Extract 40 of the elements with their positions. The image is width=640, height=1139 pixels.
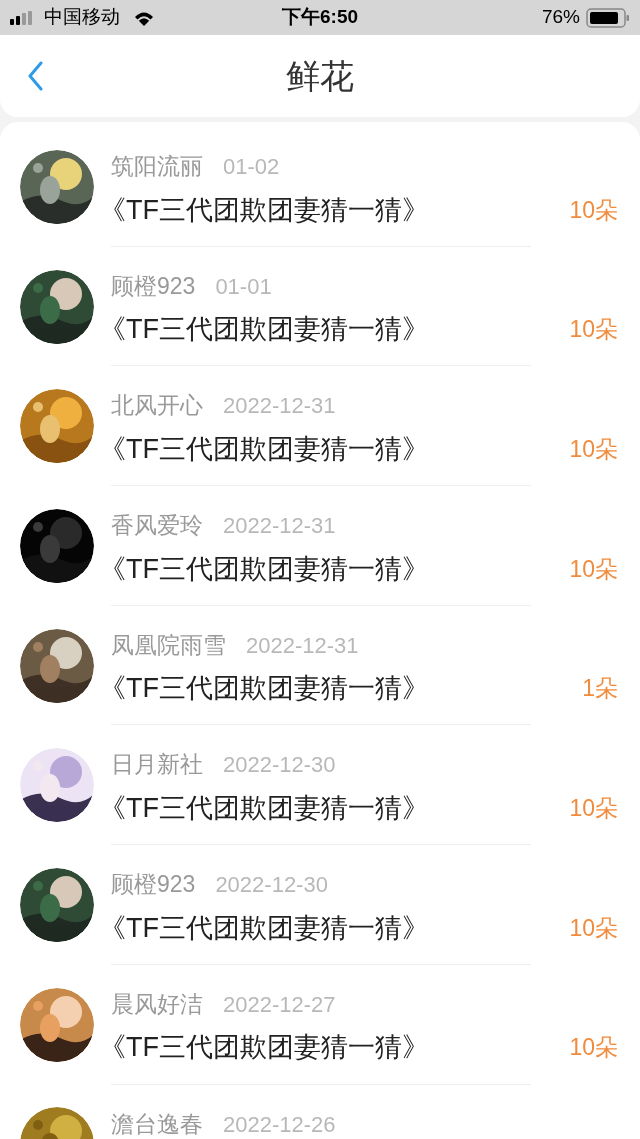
user-name: 顾橙923 (111, 870, 196, 900)
date: 2022-12-30 (223, 751, 336, 780)
user-name: 顾橙923 (111, 271, 196, 301)
article-title: 《TF三代团欺团妻猜一猜》 (99, 432, 429, 466)
article-title: 《TF三代团欺团妻猜一猜》 (99, 672, 429, 706)
user-name: 凤凰院雨雪 (111, 630, 226, 660)
user-name: 晨风好洁 (111, 989, 203, 1019)
flower-count: 10朵 (569, 315, 618, 345)
battery-percent: 76% (541, 5, 580, 30)
date: 2022-12-31 (223, 392, 336, 421)
user-name: 日月新社 (111, 750, 203, 780)
back-icon (27, 61, 43, 91)
flower-count: 10朵 (569, 913, 618, 943)
flower-count: 10朵 (569, 793, 618, 823)
user-name: 香风爱玲 (111, 511, 203, 541)
carrier-name: 中国移动 (44, 5, 120, 30)
date: 01-02 (223, 153, 280, 181)
flower-count: 10朵 (569, 195, 618, 225)
article-title: 《TF三代团欺团妻猜一猜》 (99, 1031, 429, 1065)
battery-icon (586, 7, 630, 28)
page-title: 鲜花 (286, 55, 354, 97)
article-title: 《TF三代团欺团妻猜一猜》 (99, 791, 429, 825)
date: 01-01 (215, 272, 272, 301)
flower-count: 1朵 (582, 674, 618, 704)
article-title: 《TF三代团欺团妻猜一猜》 (99, 193, 429, 227)
date: 2022-12-31 (223, 512, 336, 541)
date: 2022-12-27 (223, 990, 336, 1019)
flower-count: 10朵 (569, 434, 618, 464)
flower-count: 10朵 (569, 554, 618, 584)
date: 2022-12-26 (223, 1110, 336, 1139)
user-name: 北风开心 (111, 391, 203, 421)
article-title: 《TF三代团欺团妻猜一猜》 (99, 313, 429, 347)
time: 下午6:50 (282, 5, 358, 30)
flower-count: 10朵 (569, 1033, 618, 1063)
article-title: 《TF三代团欺团妻猜一猜》 (99, 911, 429, 945)
date: 2022-12-30 (215, 871, 328, 900)
date: 2022-12-31 (246, 631, 359, 660)
user-name: 筑阳流丽 (111, 152, 203, 181)
user-name: 澹台逸春 (111, 1109, 203, 1139)
article-title: 《TF三代团欺团妻猜一猜》 (99, 552, 429, 586)
